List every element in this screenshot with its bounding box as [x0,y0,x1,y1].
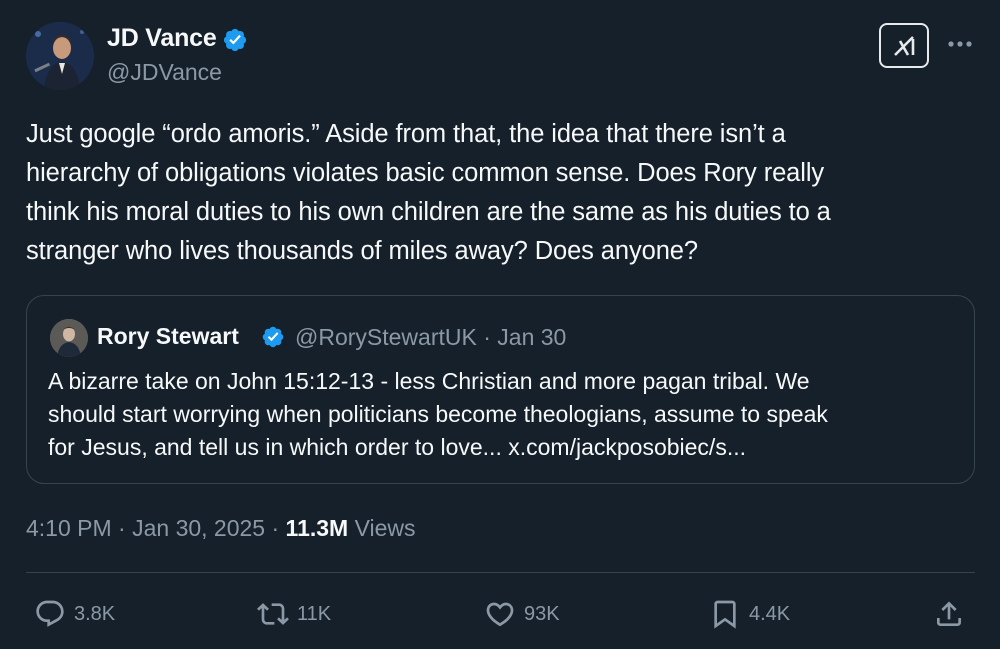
quoted-tweet[interactable]: Rory Stewart @RoryStewartUK · Jan 30 A b… [26,295,975,484]
divider [26,572,975,573]
views-label: Views [348,515,416,541]
quote-avatar[interactable] [50,319,88,357]
avatar-photo [26,22,94,90]
reply-button[interactable]: 3.8K [34,597,115,631]
tweet-text: Just google “ordo amoris.” Aside from th… [26,120,831,265]
share-button[interactable] [933,597,965,631]
like-count: 93K [524,602,560,625]
repost-icon [257,603,289,625]
bookmark-button[interactable]: 4.4K [709,597,790,631]
like-icon [486,602,514,627]
bookmark-icon [714,600,736,629]
verified-badge-icon [262,326,284,348]
repost-button[interactable]: 11K [257,597,331,631]
reply-icon [36,600,64,627]
quote-author-name[interactable]: Rory Stewart [97,323,239,350]
more-options-button[interactable] [945,29,975,59]
views-count: 11.3M [285,515,349,541]
grok-icon [894,35,915,56]
author-avatar[interactable] [26,22,94,90]
quote-avatar-photo [50,319,88,357]
tweet-time-date[interactable]: 4:10 PM · Jan 30, 2025 · [26,515,286,541]
bookmark-count: 4.4K [749,602,791,625]
like-button[interactable]: 93K [484,597,560,631]
reply-count: 3.8K [74,602,116,625]
verified-badge-icon [223,28,247,52]
quote-handle-date: @RoryStewartUK · Jan 30 [295,324,567,350]
author-handle[interactable]: @JDVance [107,59,222,86]
more-icon [948,41,972,47]
quote-text: A bizarre take on John 15:12-13 - less C… [48,368,828,460]
author-name[interactable]: JD Vance [107,24,217,53]
grok-button[interactable] [879,23,929,68]
repost-count: 11K [297,602,332,625]
tweet-meta: 4:10 PM · Jan 30, 2025 · 11.3M Views [26,515,416,542]
share-icon [937,601,961,626]
